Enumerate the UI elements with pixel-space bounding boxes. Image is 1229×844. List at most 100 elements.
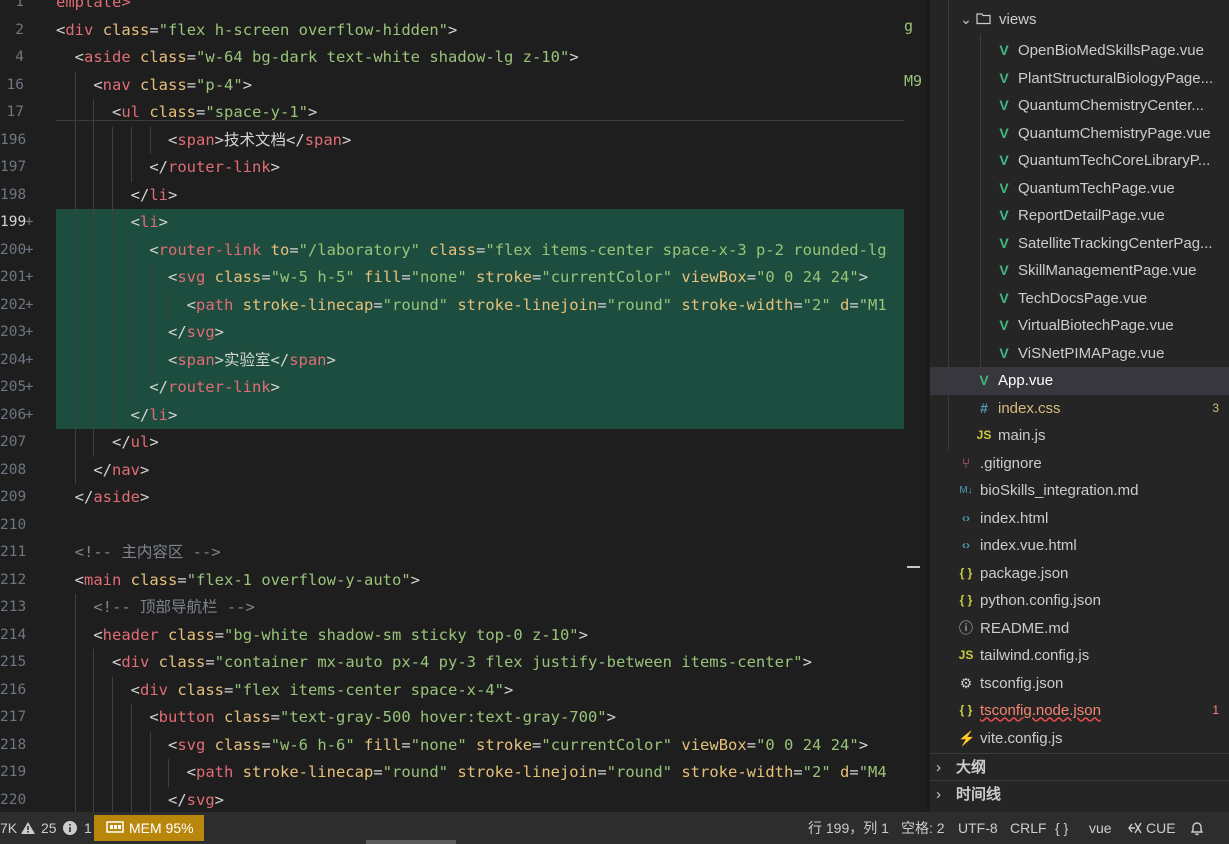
explorer-file-item[interactable]: ‹› index.html <box>930 505 1229 533</box>
code-text[interactable]: <svg class="w-6 h-6" fill="none" stroke=… <box>56 732 868 760</box>
file-explorer[interactable]: ⌄ views V OpenBioMedSkillsPage.vue V PlantStr… <box>926 0 1229 812</box>
code-text[interactable]: emplate> <box>56 0 131 17</box>
code-line[interactable]: 196 <span>技术文档</span> <box>0 126 922 155</box>
code-line[interactable]: 198 </li> <box>0 181 922 210</box>
encoding[interactable]: UTF-8 <box>958 812 998 844</box>
explorer-file-item[interactable]: JS main.js <box>930 422 1229 450</box>
code-line[interactable]: 1 emplate> <box>0 0 922 17</box>
explorer-file-item[interactable]: V QuantumChemistryPage.vue <box>930 120 1229 148</box>
code-text[interactable]: </li> <box>56 182 178 210</box>
code-text[interactable]: <nav class="p-4"> <box>56 72 252 100</box>
line-number[interactable]: 212 <box>0 567 26 595</box>
indent-setting[interactable]: 空格: 2 <box>901 812 945 844</box>
line-number[interactable]: 198 <box>0 182 26 210</box>
code-line[interactable]: 204 + <span>实验室</span> <box>0 346 922 375</box>
explorer-file-item[interactable]: M↓ bioSkills_integration.md <box>930 477 1229 505</box>
line-number[interactable]: 205 <box>0 374 26 402</box>
line-number[interactable]: 4 <box>0 44 24 72</box>
code-text[interactable]: <main class="flex-1 overflow-y-auto"> <box>56 567 420 595</box>
section-outline[interactable]: › 大纲 <box>930 753 1229 781</box>
explorer-file-item[interactable]: JS tailwind.config.js <box>930 642 1229 670</box>
explorer-file-item[interactable]: { } tsconfig.node.json 1 <box>930 697 1229 725</box>
explorer-file-item[interactable]: V PlantStructuralBiologyPage... <box>930 65 1229 93</box>
code-text[interactable]: </svg> <box>56 319 224 347</box>
line-number[interactable]: 196 <box>0 127 26 155</box>
explorer-file-item[interactable]: { } python.config.json <box>930 587 1229 615</box>
code-line[interactable]: 4 <aside class="w-64 bg-dark text-white … <box>0 44 922 72</box>
code-text[interactable]: </router-link> <box>56 374 280 402</box>
code-text[interactable]: <ul class="space-y-1"> <box>56 99 317 127</box>
code-line[interactable]: 211 <!-- 主内容区 --> <box>0 539 922 567</box>
explorer-file-item[interactable]: ⑂ .gitignore <box>930 450 1229 478</box>
explorer-file-item[interactable]: ‹› index.vue.html <box>930 532 1229 560</box>
info-count[interactable]: 1 <box>84 812 92 844</box>
line-number[interactable]: 211 <box>0 539 26 567</box>
code-line[interactable]: 212 <main class="flex-1 overflow-y-auto"… <box>0 567 922 595</box>
explorer-file-item[interactable]: V QuantumTechCoreLibraryP... <box>930 147 1229 175</box>
code-line[interactable]: 202 + <path stroke-linecap="round" stroke… <box>0 291 922 320</box>
code-line[interactable]: 199 + <li> <box>0 209 922 237</box>
line-number[interactable]: 197 <box>0 154 26 182</box>
code-line[interactable]: 201 + <svg class="w-5 h-5" fill="none" st… <box>0 264 922 292</box>
code-text[interactable]: </router-link> <box>56 154 280 182</box>
line-number[interactable]: 209 <box>0 484 26 512</box>
line-number[interactable]: 202 <box>0 292 26 320</box>
code-text[interactable]: </ul> <box>56 429 159 457</box>
cursor-position[interactable]: 行 199，列 1 <box>808 812 889 844</box>
line-number[interactable]: 220 <box>0 787 26 813</box>
code-line[interactable]: 207 </ul> <box>0 429 922 457</box>
line-number[interactable]: 16 <box>0 72 24 100</box>
line-number[interactable]: 218 <box>0 732 26 760</box>
line-number[interactable]: 208 <box>0 457 26 485</box>
code-line[interactable]: 203 + </svg> <box>0 319 922 347</box>
language-mode[interactable]: vue <box>1089 812 1112 844</box>
minimap-strip[interactable] <box>904 0 922 812</box>
code-text[interactable]: <path stroke-linecap="round" stroke-line… <box>56 292 887 320</box>
code-line[interactable]: 2 <div class="flex h-screen overflow-hidd… <box>0 17 922 45</box>
code-line[interactable]: 206 + </li> <box>0 401 922 430</box>
line-number[interactable]: 214 <box>0 622 26 650</box>
code-line[interactable]: 218 <svg class="w-6 h-6" fill="none" str… <box>0 731 922 760</box>
code-text[interactable]: <span>实验室</span> <box>56 347 336 375</box>
code-line[interactable]: 219 <path stroke-linecap="round" stroke-… <box>0 759 922 787</box>
code-line[interactable]: 215 <div class="container mx-auto px-4 p… <box>0 649 922 677</box>
code-line[interactable]: 216 <div class="flex items-center space-… <box>0 676 922 705</box>
explorer-file-item[interactable]: V OpenBioMedSkillsPage.vue <box>930 37 1229 65</box>
cue-label[interactable]: CUE <box>1146 812 1176 844</box>
line-number[interactable]: 203 <box>0 319 26 347</box>
code-line[interactable]: 209 </aside> <box>0 484 922 512</box>
code-text[interactable]: <li> <box>56 209 168 237</box>
code-text[interactable]: <!-- 顶部导航栏 --> <box>56 594 255 622</box>
explorer-file-item[interactable]: # index.css 3 <box>930 395 1229 423</box>
code-line[interactable]: 16 <nav class="p-4"> <box>0 71 922 100</box>
code-text[interactable]: <router-link to="/laboratory" class="fle… <box>56 237 886 265</box>
explorer-file-item[interactable]: ⚙ tsconfig.json <box>930 670 1229 698</box>
explorer-file-item[interactable]: V SatelliteTrackingCenterPag... <box>930 230 1229 258</box>
code-text[interactable]: <svg class="w-5 h-5" fill="none" stroke=… <box>56 264 868 292</box>
line-number[interactable]: 1 <box>0 0 24 17</box>
folder-views[interactable]: ⌄ views <box>930 6 1229 34</box>
explorer-file-item[interactable]: ⓘ README.md <box>930 615 1229 643</box>
line-number[interactable]: 206 <box>0 402 26 430</box>
explorer-file-item[interactable]: V VirtualBiotechPage.vue <box>930 312 1229 340</box>
code-text[interactable]: <aside class="w-64 bg-dark text-white sh… <box>56 44 579 72</box>
explorer-file-item[interactable]: V ViSNetPIMAPage.vue <box>930 340 1229 368</box>
explorer-file-item[interactable]: V App.vue <box>930 367 1229 395</box>
code-line[interactable]: 214 <header class="bg-white shadow-sm st… <box>0 621 922 650</box>
problems-count[interactable]: 7K <box>0 812 17 844</box>
explorer-file-item[interactable]: ⚡ vite.config.js <box>930 725 1229 753</box>
code-line[interactable]: 200 + <router-link to="/laboratory" class… <box>0 236 922 265</box>
line-number[interactable]: 199 <box>0 209 26 237</box>
line-ending[interactable]: CRLF <box>1010 812 1047 844</box>
line-number[interactable]: 219 <box>0 759 26 787</box>
code-text[interactable]: <div class="flex h-screen overflow-hidde… <box>56 17 457 45</box>
code-line[interactable]: 210 <box>0 512 922 540</box>
section-timeline[interactable]: › 时间线 <box>930 780 1229 808</box>
warning-count[interactable]: 25 <box>41 812 57 844</box>
code-line[interactable]: 205 + </router-link> <box>0 374 922 402</box>
line-number[interactable]: 216 <box>0 677 26 705</box>
bell-icon[interactable] <box>1189 812 1205 844</box>
code-text[interactable]: </nav> <box>56 457 149 485</box>
code-line[interactable]: 197 </router-link> <box>0 154 922 182</box>
code-text[interactable]: </li> <box>56 402 178 430</box>
